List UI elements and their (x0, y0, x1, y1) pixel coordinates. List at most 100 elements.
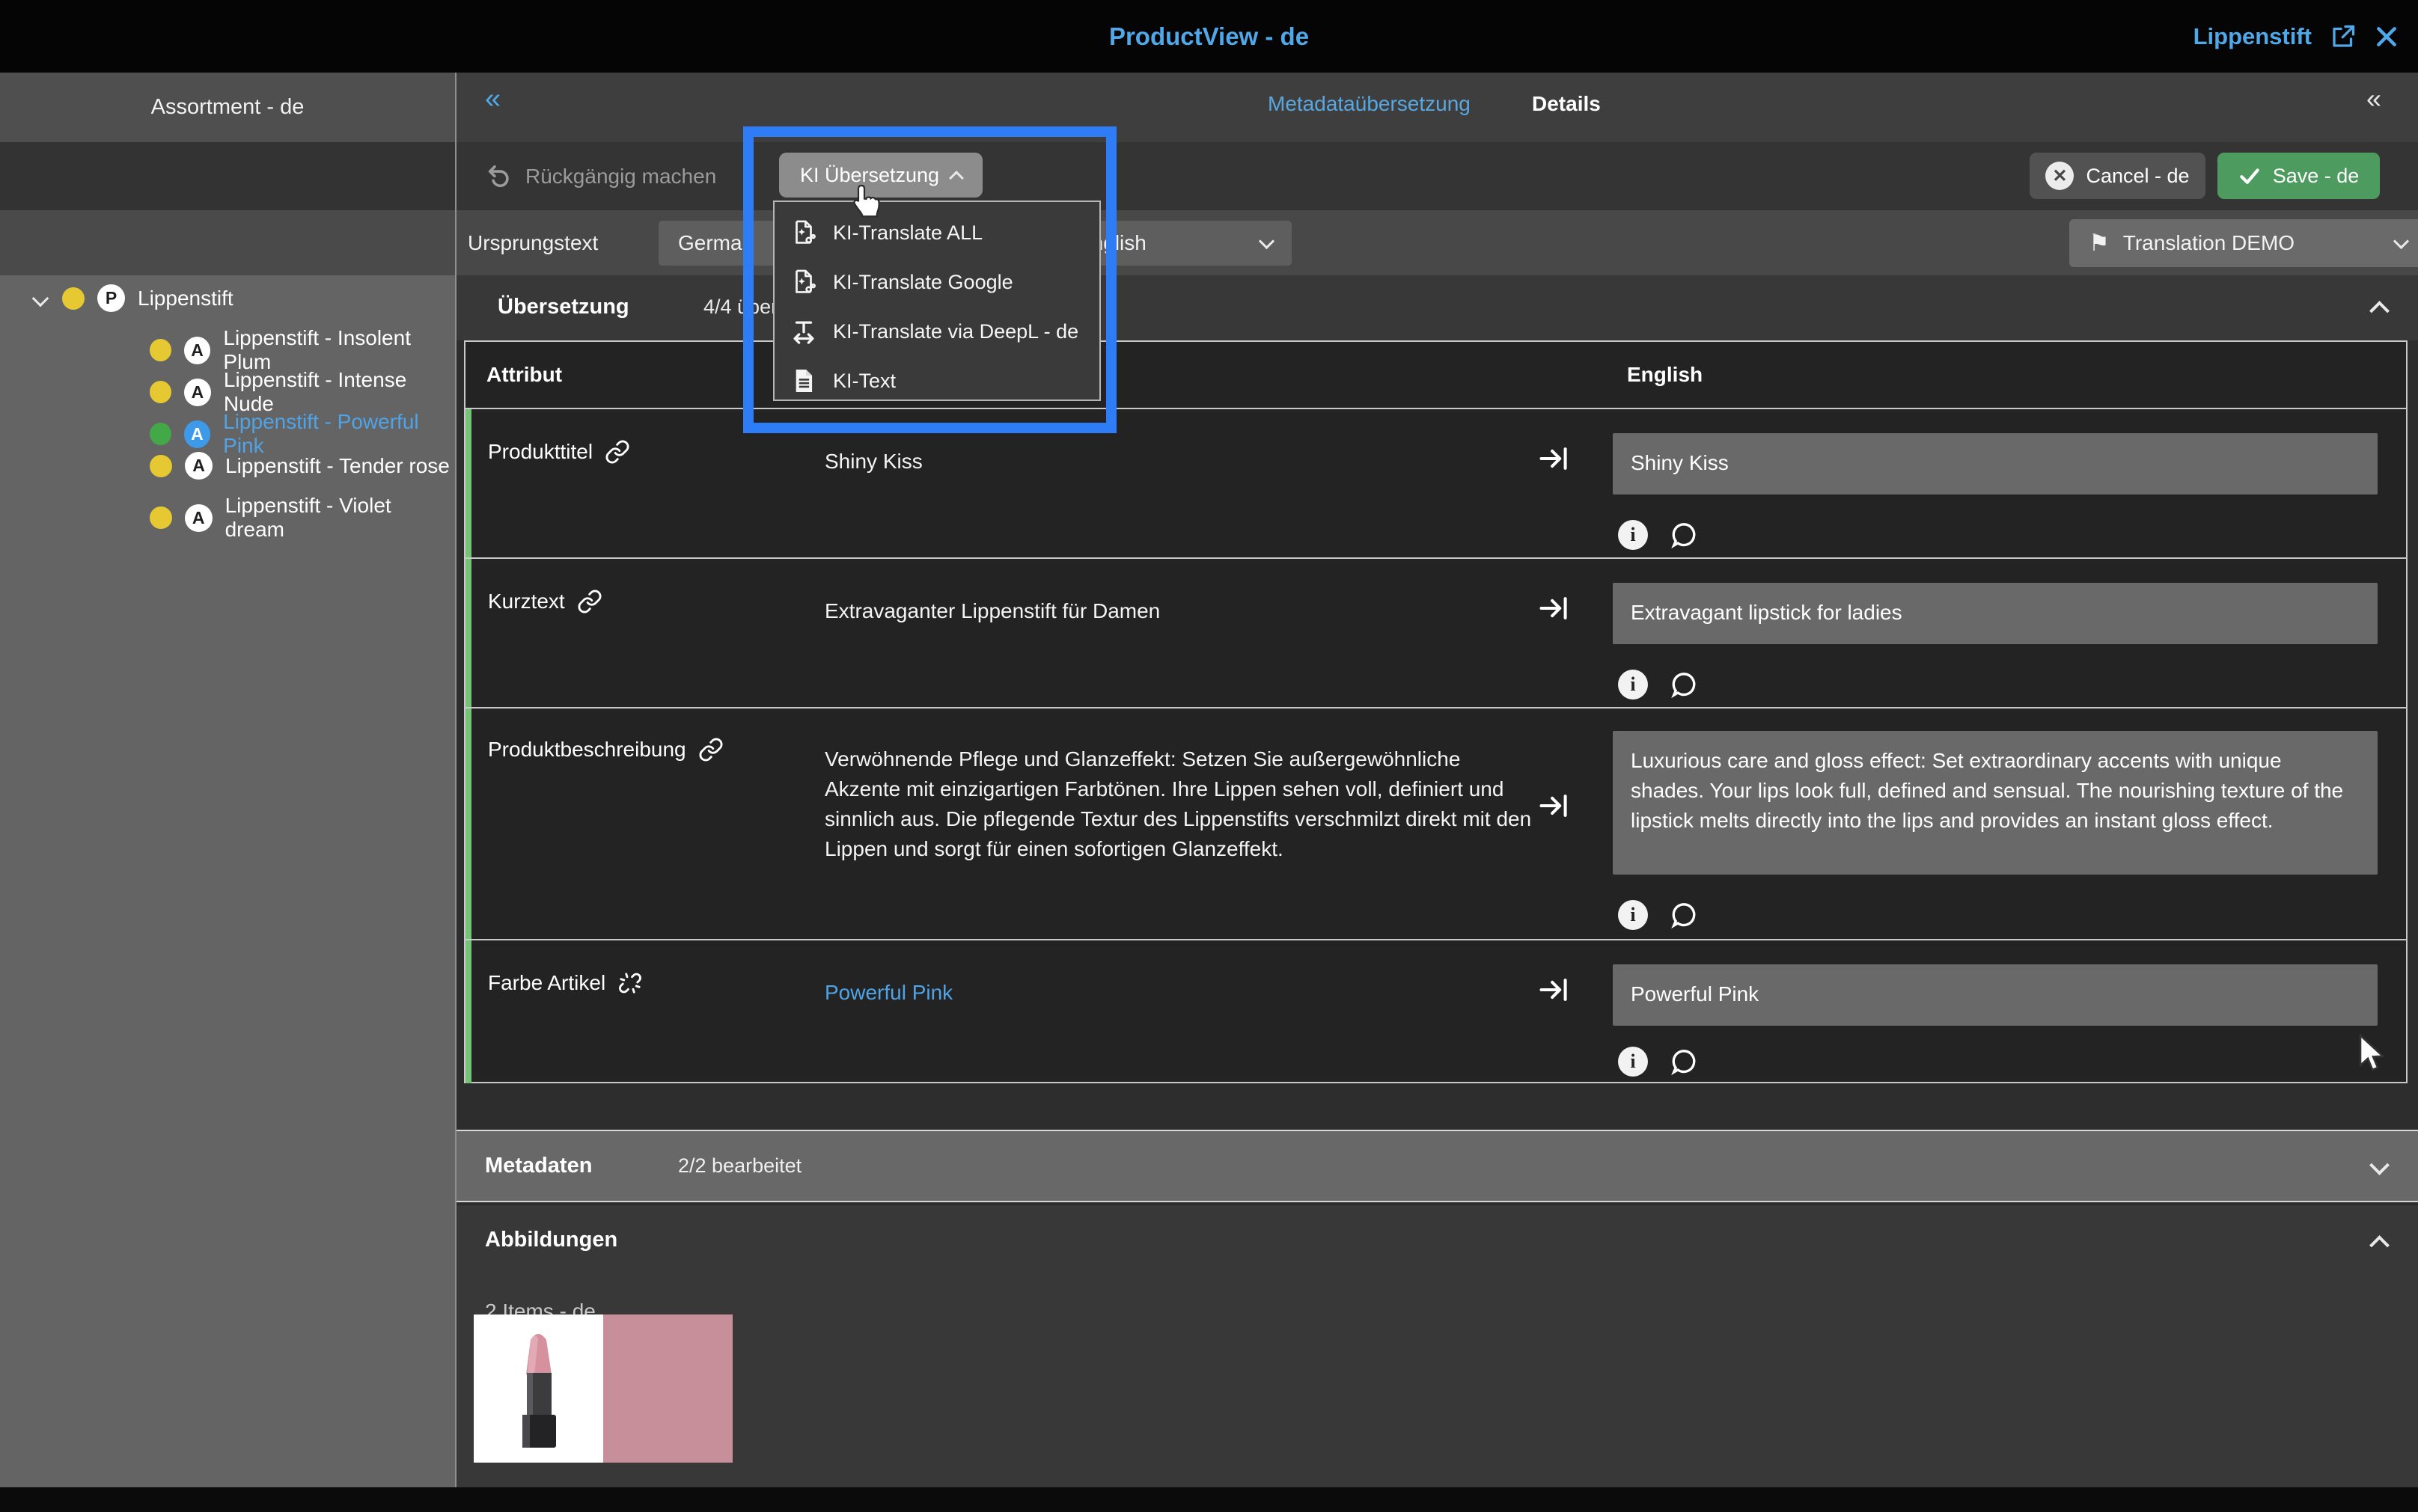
info-icon[interactable]: i (1618, 900, 1648, 930)
link-icon[interactable] (698, 737, 724, 762)
comment-icon[interactable] (1669, 900, 1699, 930)
tree-item[interactable]: A Lippenstift - Intense Nude (150, 368, 455, 416)
cancel-circle-x-icon: ✕ (2045, 162, 2074, 190)
collapse-section-icon[interactable] (2369, 301, 2390, 321)
attribute-label: Produkttitel (488, 439, 630, 465)
link-icon[interactable] (605, 439, 630, 465)
copy-to-target-icon[interactable] (1537, 592, 1570, 628)
target-input[interactable]: Powerful Pink (1613, 964, 2378, 1026)
status-dot-yellow-icon (150, 381, 171, 403)
tree-item[interactable]: A Lippenstift - Tender rose (150, 452, 450, 480)
source-value-link[interactable]: Powerful Pink (825, 978, 1536, 1008)
metadata-status: 2/2 bearbeitet (678, 1154, 802, 1178)
translation-profile-value: Translation DEMO (2123, 231, 2295, 255)
lipstick-image (474, 1314, 603, 1463)
target-textarea[interactable]: Luxurious care and gloss effect: Set ext… (1613, 731, 2378, 875)
info-icon[interactable]: i (1618, 670, 1648, 700)
attribute-label: Produktbeschreibung (488, 737, 724, 762)
translation-section-title: Übersetzung (498, 295, 629, 319)
info-icon[interactable]: i (1618, 1047, 1648, 1077)
save-button[interactable]: Save - de (2217, 153, 2380, 199)
window-title: ProductView - de (0, 0, 2418, 73)
source-text-label: Ursprungstext (468, 231, 598, 255)
tree-item-label: Lippenstift - Tender rose (225, 454, 450, 478)
field-actions: i (1618, 900, 1699, 930)
link-icon[interactable] (577, 589, 602, 614)
copy-to-target-icon[interactable] (1537, 973, 1570, 1010)
copy-to-target-icon[interactable] (1537, 442, 1570, 479)
status-dot-yellow-icon (62, 287, 85, 310)
field-actions: i (1618, 520, 1699, 550)
article-badge-icon: A (185, 452, 213, 480)
source-value: Verwöhnende Pflege und Glanzeffekt: Setz… (825, 744, 1536, 864)
tree-item[interactable]: A Lippenstift - Violet dream (150, 494, 455, 542)
image-thumb-lipstick[interactable] (474, 1314, 603, 1463)
comment-icon[interactable] (1669, 1047, 1699, 1077)
tree-expand-icon[interactable] (32, 290, 49, 307)
article-badge-icon: A (184, 379, 211, 406)
info-icon[interactable]: i (1618, 520, 1648, 550)
sidebar-band-toolbar (0, 142, 457, 210)
comment-icon[interactable] (1669, 670, 1699, 700)
product-view-window: ProductView - de Lippenstift Assortment … (0, 0, 2418, 1512)
collapse-panel-right-icon[interactable]: « (2366, 83, 2381, 114)
target-input[interactable]: Shiny Kiss (1613, 433, 2378, 495)
tree-item-label: Lippenstift - Powerful Pink (223, 410, 455, 458)
tree-item-selected[interactable]: A Lippenstift - Powerful Pink (150, 410, 455, 458)
article-badge-icon: A (184, 337, 211, 364)
metadata-section-header[interactable]: Metadaten 2/2 bearbeitet (457, 1130, 2418, 1202)
column-header-english: English (1627, 363, 1703, 387)
status-dot-green-icon (150, 423, 171, 445)
article-badge-icon: A (185, 504, 213, 532)
close-icon[interactable] (2375, 25, 2399, 49)
tab-details[interactable]: Details (1532, 92, 1601, 116)
source-value: Shiny Kiss (825, 447, 1536, 477)
unlink-icon[interactable] (617, 970, 643, 996)
top-bar: ProductView - de Lippenstift (0, 0, 2418, 73)
field-actions: i (1618, 1047, 1699, 1077)
status-dot-yellow-icon (150, 506, 172, 529)
metadata-title: Metadaten (485, 1154, 592, 1178)
translation-table: Attribut English Produkttitel Shiny Kiss… (464, 340, 2408, 1083)
source-language-value: German (678, 231, 754, 255)
undo-icon (485, 163, 512, 190)
collapse-section-icon[interactable] (2369, 1235, 2390, 1255)
source-value: Extravaganter Lippenstift für Damen (825, 596, 1536, 626)
tab-metadata-translation[interactable]: Metadataübersetzung (1268, 92, 1471, 116)
export-icon[interactable] (2330, 23, 2357, 50)
highlight-frame (743, 126, 1117, 433)
article-badge-selected-icon: A (184, 420, 210, 448)
sidebar-band-language (0, 210, 457, 275)
context-label: Lippenstift (2193, 23, 2312, 50)
cancel-button[interactable]: ✕ Cancel - de (2030, 153, 2205, 199)
tree-item[interactable]: A Lippenstift - Insolent Plum (150, 326, 455, 374)
tree-item-label: Lippenstift (138, 287, 233, 310)
bottom-bar (0, 1487, 2418, 1512)
chevron-down-icon (2393, 233, 2409, 248)
row-status-bar (465, 409, 471, 1083)
undo-button[interactable]: Rückgängig machen (485, 142, 716, 210)
attribute-label: Farbe Artikel (488, 970, 643, 996)
status-dot-yellow-icon (150, 339, 171, 361)
tree-item-label: Lippenstift - Insolent Plum (223, 326, 455, 374)
images-title: Abbildungen (485, 1228, 617, 1252)
flag-icon: ⚑ (2089, 230, 2110, 257)
sidebar-tree: P Lippenstift A Lippenstift - Insolent P… (0, 275, 457, 1487)
product-badge-icon: P (97, 284, 125, 312)
collapse-panel-left-icon[interactable]: « (485, 83, 501, 115)
image-thumb-color-swatch[interactable] (603, 1314, 733, 1463)
comment-icon[interactable] (1669, 520, 1699, 550)
column-header-attribute: Attribut (486, 363, 562, 387)
translation-profile-select[interactable]: ⚑ Translation DEMO (2069, 219, 2418, 267)
cancel-label: Cancel - de (2086, 165, 2189, 188)
tree-item-label: Lippenstift - Intense Nude (224, 368, 455, 416)
hand-cursor-icon (848, 182, 884, 224)
tree-item-label: Lippenstift - Violet dream (225, 494, 455, 542)
copy-to-target-icon[interactable] (1537, 789, 1570, 826)
attribute-label: Kurztext (488, 589, 602, 614)
target-input[interactable]: Extravagant lipstick for ladies (1613, 583, 2378, 644)
images-section: Abbildungen 2 Items - de (457, 1205, 2418, 1487)
tree-item-root[interactable]: P Lippenstift (34, 284, 233, 312)
expand-section-icon[interactable] (2369, 1155, 2390, 1175)
status-dot-yellow-icon (150, 455, 172, 477)
